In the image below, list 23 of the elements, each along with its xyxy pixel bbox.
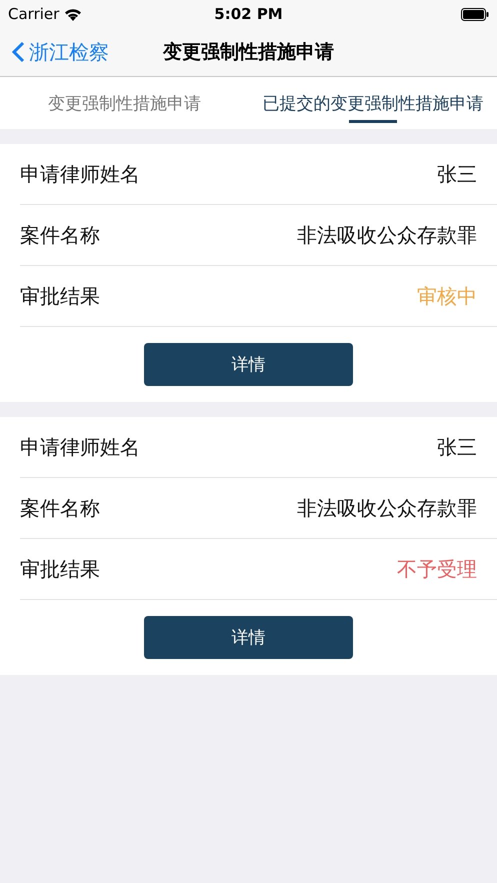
field-value: 非法吸收公众存款罪: [297, 222, 477, 248]
field-label: 审批结果: [20, 282, 100, 310]
field-value: 审核中: [417, 282, 477, 310]
wifi-icon: [64, 8, 82, 20]
field-label: 案件名称: [20, 494, 100, 522]
field-value: 张三: [437, 160, 477, 188]
carrier-label: Carrier: [8, 5, 60, 23]
tab[interactable]: 已提交的变更强制性措施申请: [248, 77, 497, 129]
details-button[interactable]: 详情: [144, 343, 353, 386]
status-time: 5:02 PM: [214, 5, 283, 23]
battery-icon: [461, 8, 490, 20]
nav-title: 变更强制性措施申请: [163, 40, 334, 65]
field-value: 不予受理: [397, 556, 477, 582]
field-label: 案件名称: [20, 222, 100, 248]
field-value: 张三: [437, 434, 477, 460]
tab[interactable]: 变更强制性措施申请: [0, 77, 248, 129]
details-button[interactable]: 详情: [144, 616, 353, 659]
back-button[interactable]: 浙江检察: [0, 38, 109, 66]
back-chevron-icon: [12, 41, 25, 63]
field-value: 非法吸收公众存款罪: [297, 494, 477, 522]
field-label: 申请律师姓名: [20, 434, 140, 460]
field-label: 申请律师姓名: [20, 160, 140, 188]
field-label: 审批结果: [20, 556, 100, 582]
